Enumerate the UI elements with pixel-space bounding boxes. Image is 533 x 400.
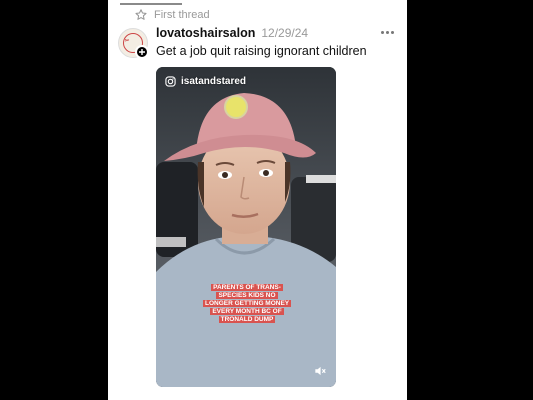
thread-page: First thread ✂ lovatoshairsalon 12/29/24… [108,0,407,400]
star-icon [135,9,147,20]
first-thread-label: First thread [154,9,210,21]
video-frame [156,67,336,387]
video-player[interactable]: isatandstared PARENTS OF TRANS-SPECIES K… [156,67,336,387]
plus-icon [139,49,145,55]
instagram-handle-text: isatandstared [181,76,247,87]
more-options-button[interactable] [381,28,395,36]
video-caption-text: PARENTS OF TRANS-SPECIES KIDS NO LONGER … [203,284,292,323]
follow-plus-button[interactable] [135,45,149,59]
video-caption: PARENTS OF TRANS-SPECIES KIDS NO LONGER … [203,284,292,324]
speaker-muted-icon[interactable] [313,364,327,378]
username-link[interactable]: lovatoshairsalon [156,26,255,40]
post-date: 12/29/24 [261,26,309,40]
post-text: Get a job quit raising ignorant children [156,44,367,58]
instagram-icon [165,76,176,87]
post-header: lovatoshairsalon 12/29/24 [156,26,308,40]
more-horizontal-icon [381,30,384,34]
scroll-indicator [120,3,182,5]
instagram-handle: isatandstared [165,76,246,87]
first-thread-link[interactable]: First thread [134,8,210,22]
